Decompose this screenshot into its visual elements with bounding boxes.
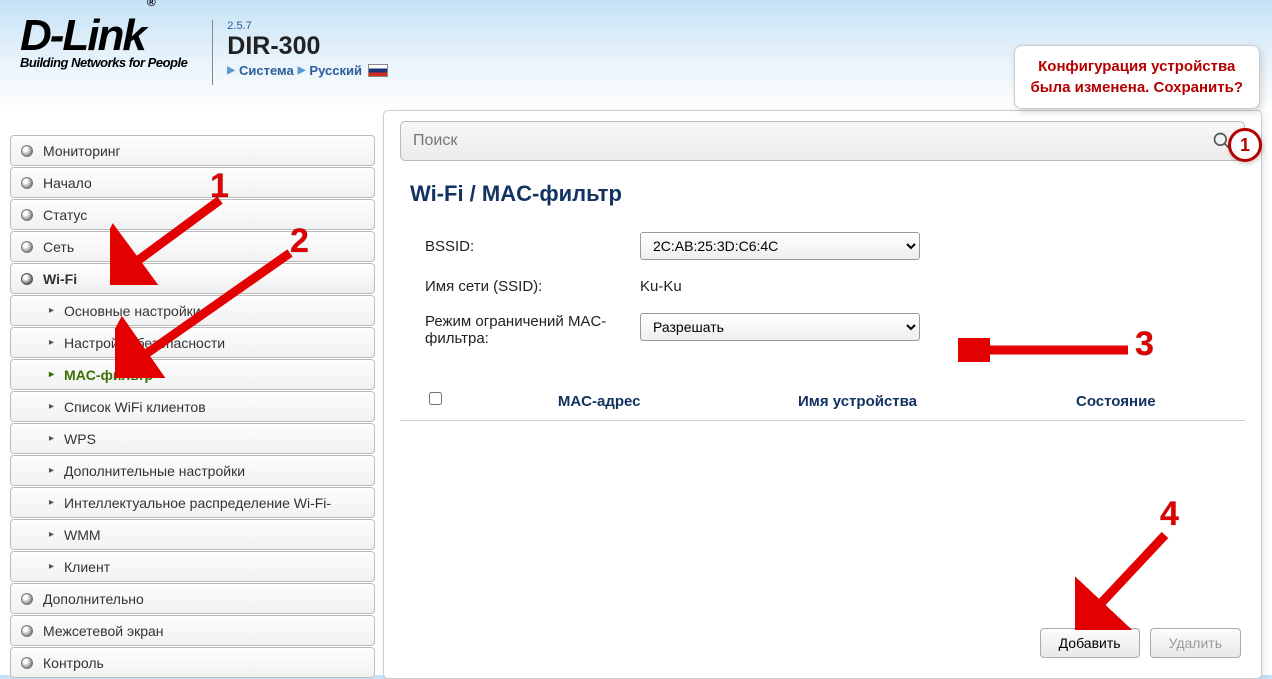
- sidebar-item-label: Дополнительные настройки: [64, 463, 245, 479]
- sidebar-item-label: Список WiFi клиентов: [64, 399, 206, 415]
- flag-ru-icon: [368, 64, 388, 77]
- annotation-arrow-4: [1075, 530, 1185, 630]
- annotation-number-3: 3: [1135, 325, 1154, 364]
- chevron-right-icon: ▸: [49, 497, 54, 508]
- bssid-select[interactable]: 2C:AB:25:3D:C6:4C: [640, 232, 920, 260]
- col-state: Состояние: [987, 393, 1245, 410]
- sidebar-item-label: Начало: [43, 175, 92, 191]
- chevron-right-icon: ▸: [49, 529, 54, 540]
- bullet-icon: [21, 593, 33, 605]
- annotation-arrow-3: [958, 338, 1138, 362]
- sidebar-sub-wifi-clients[interactable]: ▸ Список WiFi клиентов: [10, 391, 375, 422]
- annotation-number-2: 2: [290, 222, 309, 261]
- registered-icon: ®: [147, 0, 154, 9]
- sidebar-item-label: Мониторинг: [43, 143, 121, 159]
- annotation-number-4: 4: [1160, 495, 1179, 534]
- delete-button[interactable]: Удалить: [1150, 628, 1241, 658]
- sidebar-sub-wps[interactable]: ▸ WPS: [10, 423, 375, 454]
- sidebar-sub-client[interactable]: ▸ Клиент: [10, 551, 375, 582]
- model-block: 2.5.7 DIR-300 ▶ Система ▶ Русский: [227, 15, 388, 78]
- firmware-version: 2.5.7: [227, 20, 388, 32]
- sidebar-item-label: Межсетевой экран: [43, 623, 164, 639]
- crumb-language[interactable]: Русский: [309, 63, 362, 78]
- bullet-icon: [21, 209, 33, 221]
- chevron-right-icon: ▸: [49, 561, 54, 572]
- chevron-right-icon: ▸: [49, 401, 54, 412]
- bullet-icon: [21, 145, 33, 157]
- sidebar-sub-wmm[interactable]: ▸ WMM: [10, 519, 375, 550]
- bullet-icon: [21, 241, 33, 253]
- sidebar-item-label: Контроль: [43, 655, 104, 671]
- sidebar-item-label: Интеллектуальное распределение Wi-Fi-: [64, 495, 331, 511]
- bullet-icon: [21, 657, 33, 669]
- divider: [212, 20, 213, 85]
- chevron-right-icon: ▸: [49, 433, 54, 444]
- ssid-value: Ku-Ku: [640, 278, 1245, 295]
- mac-mode-label: Режим ограничений MAC-фильтра:: [425, 313, 640, 347]
- notification-line2: была изменена. Сохранить?: [1031, 77, 1243, 98]
- chevron-right-icon: ▸: [49, 337, 54, 348]
- annotation-arrow-2: [115, 248, 305, 378]
- sidebar-item-label: Дополнительно: [43, 591, 144, 607]
- search-bar[interactable]: [400, 121, 1245, 161]
- chevron-right-icon: ▸: [49, 369, 54, 380]
- bullet-icon: [21, 177, 33, 189]
- col-mac: MAC-адрес: [470, 393, 728, 410]
- breadcrumb: ▶ Система ▶ Русский: [227, 63, 388, 78]
- sidebar-item-advanced[interactable]: Дополнительно: [10, 583, 375, 614]
- search-input[interactable]: [413, 132, 1212, 150]
- select-all-checkbox[interactable]: [429, 392, 442, 405]
- add-button[interactable]: Добавить: [1040, 628, 1140, 658]
- logo: D-Link® Building Networks for People: [20, 15, 187, 70]
- crumb-system[interactable]: Система: [239, 63, 294, 78]
- ssid-label: Имя сети (SSID):: [425, 278, 640, 295]
- sidebar-item-label: Сеть: [43, 239, 74, 255]
- chevron-right-icon: ▶: [227, 65, 235, 76]
- sidebar-item-start[interactable]: Начало: [10, 167, 375, 198]
- sidebar-item-label: Клиент: [64, 559, 110, 575]
- sidebar-sub-smart-wifi[interactable]: ▸ Интеллектуальное распределение Wi-Fi-: [10, 487, 375, 518]
- notification-line1: Конфигурация устройства: [1031, 56, 1243, 77]
- chevron-right-icon: ▸: [49, 305, 54, 316]
- sidebar-item-label: Статус: [43, 207, 87, 223]
- annotation-number-1: 1: [210, 167, 229, 206]
- mac-mode-select[interactable]: Разрешать: [640, 313, 920, 341]
- mac-table-header: MAC-адрес Имя устройства Состояние: [400, 382, 1245, 421]
- page-title: Wi-Fi / MAC-фильтр: [410, 181, 1245, 207]
- bssid-label: BSSID:: [425, 238, 640, 255]
- bullet-icon: [21, 273, 33, 285]
- chevron-right-icon: ▸: [49, 465, 54, 476]
- sidebar-item-control[interactable]: Контроль: [10, 647, 375, 678]
- sidebar-sub-advanced-settings[interactable]: ▸ Дополнительные настройки: [10, 455, 375, 486]
- notification-count-badge[interactable]: 1: [1228, 128, 1262, 162]
- save-config-notification[interactable]: Конфигурация устройства была изменена. С…: [1014, 45, 1260, 109]
- sidebar-item-label: WPS: [64, 431, 96, 447]
- sidebar-item-label: Wi-Fi: [43, 271, 77, 287]
- bullet-icon: [21, 625, 33, 637]
- chevron-right-icon: ▶: [298, 65, 306, 76]
- device-model: DIR-300: [227, 32, 388, 61]
- sidebar-item-monitoring[interactable]: Мониторинг: [10, 135, 375, 166]
- sidebar-item-label: WMM: [64, 527, 101, 543]
- col-device-name: Имя устройства: [728, 393, 986, 410]
- sidebar-item-firewall[interactable]: Межсетевой экран: [10, 615, 375, 646]
- logo-text: D-Link®: [20, 15, 187, 57]
